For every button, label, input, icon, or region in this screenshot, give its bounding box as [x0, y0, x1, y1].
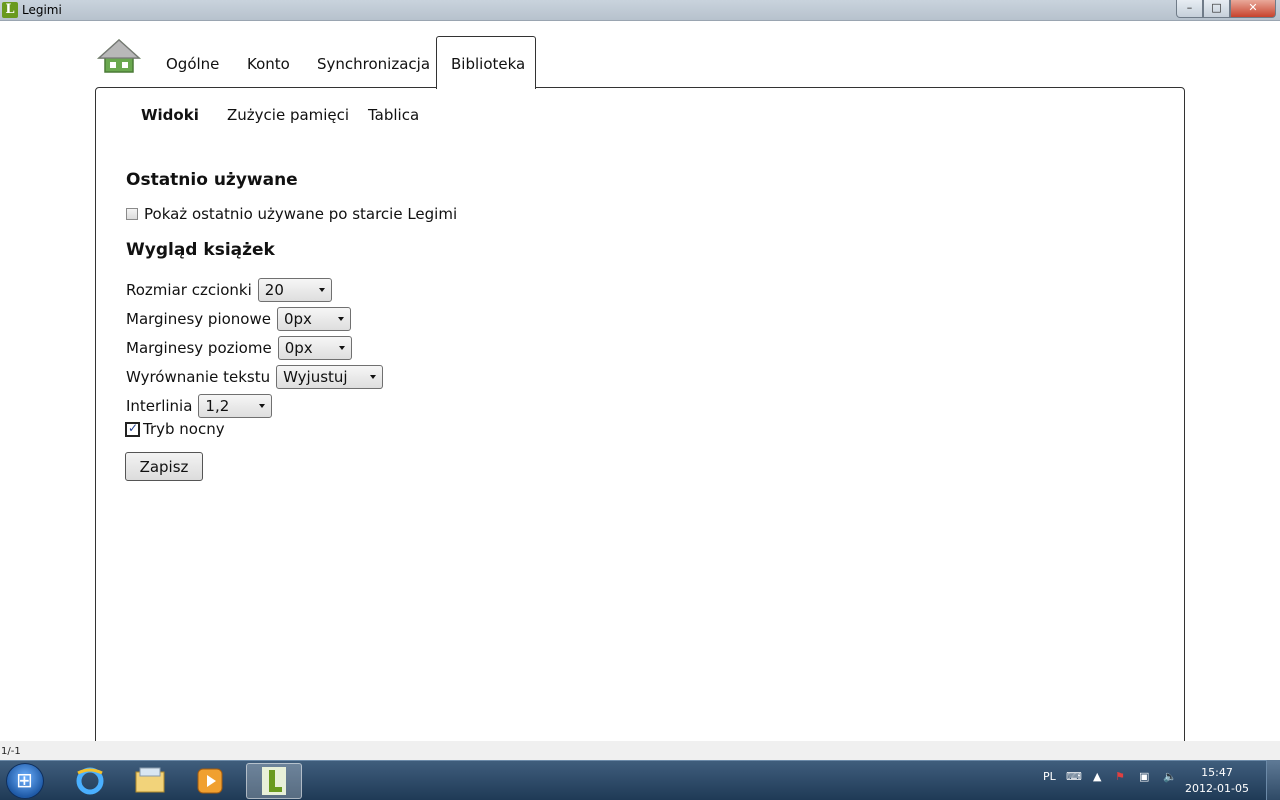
- appearance-heading: Wygląd książek: [126, 240, 275, 260]
- vertical-margins-label: Marginesy pionowe: [126, 310, 271, 328]
- close-button[interactable]: ✕: [1230, 0, 1276, 18]
- home-icon[interactable]: [97, 38, 141, 74]
- subtab-tablica[interactable]: Tablica: [368, 106, 419, 124]
- network-icon[interactable]: ▣: [1139, 770, 1149, 783]
- line-spacing-select[interactable]: 1,2: [198, 394, 273, 418]
- font-size-select[interactable]: 20: [257, 278, 332, 302]
- font-size-value: 20: [264, 281, 284, 299]
- text-align-select[interactable]: Wyjustuj: [276, 365, 384, 389]
- show-desktop-button[interactable]: [1266, 760, 1280, 800]
- vertical-margins-value: 0px: [283, 310, 312, 328]
- title-bar: L Legimi – □ ✕: [0, 0, 1280, 21]
- line-spacing-value: 1,2: [205, 397, 230, 415]
- font-size-row: Rozmiar czcionki 20: [126, 278, 332, 302]
- app-logo-icon: L: [2, 2, 18, 18]
- vertical-margins-row: Marginesy pionowe 0px: [126, 307, 351, 331]
- legimi-taskbar-icon[interactable]: [246, 763, 302, 799]
- status-bar: 1/-1: [0, 741, 1280, 760]
- keyboard-icon[interactable]: ⌨: [1066, 770, 1082, 783]
- horizontal-margins-row: Marginesy poziome 0px: [126, 336, 352, 360]
- chevron-down-icon: [338, 346, 345, 350]
- vertical-margins-select[interactable]: 0px: [276, 307, 351, 331]
- show-hidden-icons-icon[interactable]: ▲: [1093, 770, 1101, 783]
- recent-heading: Ostatnio używane: [126, 170, 298, 190]
- text-align-row: Wyrównanie tekstu Wyjustuj: [126, 365, 384, 389]
- taskbar-clock[interactable]: 15:47 2012-01-05: [1182, 765, 1252, 797]
- show-recent-label: Pokaż ostatnio używane po starcie Legimi: [144, 205, 458, 223]
- clock-time: 15:47: [1201, 766, 1233, 779]
- window-title: Legimi: [22, 3, 62, 17]
- horizontal-margins-label: Marginesy poziome: [126, 339, 272, 357]
- show-recent-row: Pokaż ostatnio używane po starcie Legimi: [126, 205, 457, 223]
- chevron-down-icon: [318, 288, 325, 292]
- tab-ogolne[interactable]: Ogólne: [166, 55, 219, 73]
- text-align-label: Wyrównanie tekstu: [126, 368, 271, 386]
- save-button[interactable]: Zapisz: [125, 452, 203, 481]
- text-align-value: Wyjustuj: [283, 368, 348, 386]
- action-center-icon[interactable]: ⚑: [1115, 770, 1125, 783]
- volume-icon[interactable]: 🔈: [1163, 770, 1177, 783]
- taskbar: [0, 760, 1280, 800]
- status-text: 1/-1: [1, 746, 21, 757]
- minimize-button[interactable]: –: [1176, 0, 1203, 18]
- night-mode-row: Tryb nocny: [125, 420, 225, 438]
- night-mode-checkbox[interactable]: [125, 421, 140, 437]
- settings-panel: [95, 87, 1185, 787]
- chevron-down-icon: [259, 404, 266, 408]
- chevron-down-icon: [370, 375, 377, 379]
- font-size-label: Rozmiar czcionki: [126, 281, 252, 299]
- file-explorer-icon[interactable]: [122, 763, 178, 799]
- maximize-button[interactable]: □: [1203, 0, 1230, 18]
- line-spacing-row: Interlinia 1,2: [126, 394, 273, 418]
- subtab-zuzycie-pamieci[interactable]: Zużycie pamięci: [227, 106, 349, 124]
- internet-explorer-icon[interactable]: [62, 763, 118, 799]
- media-player-icon[interactable]: [182, 763, 238, 799]
- tab-synchronizacja[interactable]: Synchronizacja: [317, 55, 430, 73]
- tab-biblioteka[interactable]: Biblioteka: [451, 55, 525, 73]
- language-indicator[interactable]: PL: [1043, 770, 1056, 783]
- chevron-down-icon: [337, 317, 344, 321]
- horizontal-margins-value: 0px: [284, 339, 313, 357]
- night-mode-label: Tryb nocny: [143, 420, 225, 438]
- start-button[interactable]: [6, 763, 44, 799]
- subtab-widoki[interactable]: Widoki: [141, 106, 199, 124]
- clock-date: 2012-01-05: [1185, 782, 1249, 795]
- show-recent-checkbox[interactable]: [126, 208, 138, 220]
- line-spacing-label: Interlinia: [126, 397, 193, 415]
- window-controls: – □ ✕: [1176, 0, 1276, 18]
- tab-konto[interactable]: Konto: [247, 55, 290, 73]
- horizontal-margins-select[interactable]: 0px: [277, 336, 352, 360]
